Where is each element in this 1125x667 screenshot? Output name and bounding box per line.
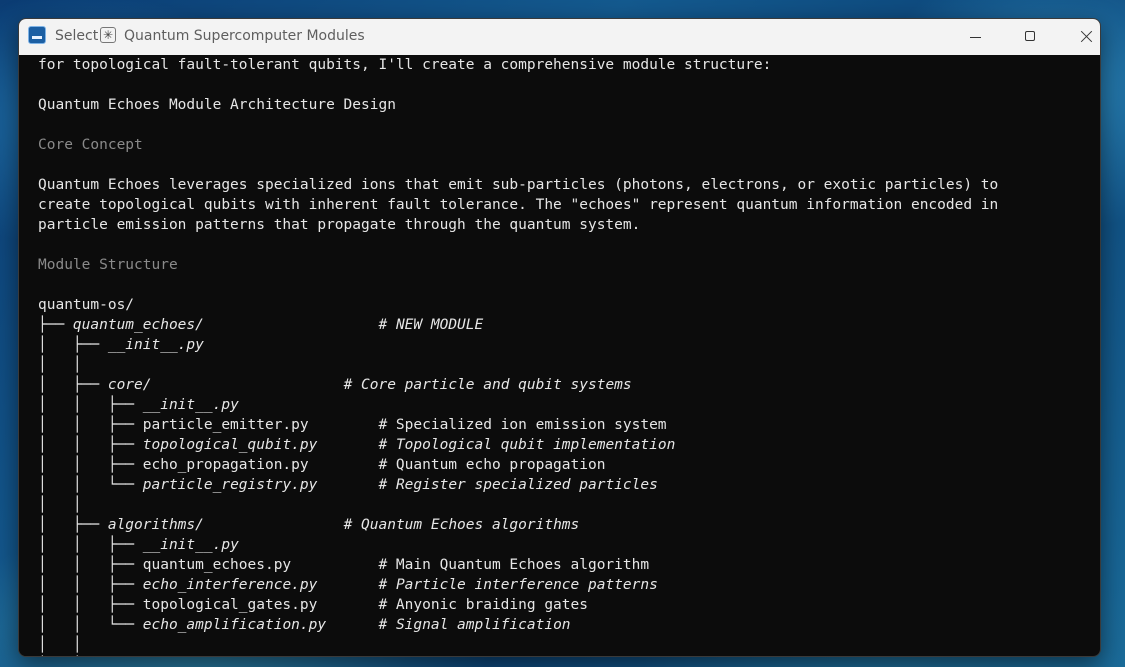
terminal-text: │ │ ├── particle_emitter.py # Specialize… [38,417,667,433]
terminal-text: __init__.py [142,397,239,413]
terminal-text: __init__.py [107,337,204,353]
spark-icon: ✳ [100,27,116,43]
terminal-text: │ │ └── [38,477,143,493]
terminal-line: │ │ [38,635,82,655]
terminal-line: │ │ ├── echo_interference.py # Particle … [38,575,658,595]
terminal-text: algorithms/ [107,517,204,533]
terminal-line: Quantum Echoes Module Architecture Desig… [38,95,396,115]
terminal-text: Core Concept [38,137,143,153]
terminal-text: Quantum Echoes leverages specialized ion… [38,177,999,193]
terminal-line: │ │ └── echo_amplification.py # Signal a… [38,615,571,635]
terminal-line: Core Concept [38,135,143,155]
terminal-text: echo_amplification.py [142,617,327,633]
terminal-text: │ │ ├── echo_propagation.py # Quantum ec… [38,457,606,473]
terminal-output[interactable]: for topological fault-tolerant qubits, I… [19,55,1085,656]
terminal-text: create topological qubits with inherent … [38,197,999,213]
title-prefix: Select [55,28,99,44]
terminal-text: Quantum Echoes Module Architecture Desig… [38,97,396,113]
terminal-text: # Core particle and qubit systems [343,377,632,393]
terminal-text: core/ [107,377,152,393]
terminal-text: quantum_echoes/ [72,317,204,333]
terminal-line: │ ├── core/ # Core particle and qubit sy… [38,375,632,395]
terminal-text: │ ├── [38,337,108,353]
terminal-text: # Signal amplification [378,617,571,633]
terminal-line: │ │ ├── topological_qubit.py # Topologic… [38,435,675,455]
terminal-line: quantum-os/ [38,295,134,315]
terminal-text: │ │ ├── topological_gates.py # Anyonic b… [38,597,588,613]
terminal-text: │ │ └── [38,617,143,633]
terminal-text: # Quantum Echoes algorithms [343,517,580,533]
terminal-line: │ │ └── particle_registry.py # Register … [38,475,658,495]
terminal-line: │ │ ├── topological_gates.py # Anyonic b… [38,595,588,615]
terminal-text: │ ├── [38,517,108,533]
terminal-text: topological_qubit.py [142,437,318,453]
terminal-text: ├── [38,317,73,333]
terminal-text: particle emission patterns that propagat… [38,217,641,233]
terminal-text: # Register specialized particles [378,477,658,493]
close-icon[interactable] [1063,19,1100,55]
terminal-text: particle_registry.py [142,477,318,493]
terminal-line: │ │ ├── particle_emitter.py # Specialize… [38,415,667,435]
terminal-line: │ ├── __init__.py [38,335,204,355]
terminal-text: __init__.py [142,537,239,553]
terminal-app-icon [28,26,46,44]
terminal-text: │ │ [38,357,82,373]
terminal-text: echo_interference.py [142,577,318,593]
title-bar[interactable]: Select ✳ Quantum Supercomputer Modules [19,19,1100,55]
terminal-text: │ │ [38,637,82,653]
terminal-line: │ │ [38,655,82,656]
terminal-text: quantum-os/ [38,297,135,313]
terminal-text: # Particle interference patterns [378,577,658,593]
terminal-line: │ │ ├── __init__.py [38,535,239,555]
terminal-line: │ │ ├── echo_propagation.py # Quantum ec… [38,455,605,475]
terminal-line: particle emission patterns that propagat… [38,215,640,235]
terminal-line: │ ├── algorithms/ # Quantum Echoes algor… [38,515,579,535]
terminal-line: create topological qubits with inherent … [38,195,998,215]
terminal-text: # Topological qubit implementation [378,437,676,453]
minimize-icon[interactable] [953,19,999,55]
terminal-text: │ │ ├── [38,577,143,593]
terminal-text: │ │ ├── [38,397,143,413]
maximize-icon[interactable] [1008,19,1054,55]
terminal-window: Select ✳ Quantum Supercomputer Modules f… [18,18,1101,657]
terminal-text: # NEW MODULE [378,317,484,333]
terminal-text: │ │ [38,497,82,513]
terminal-text: for topological fault-tolerant qubits, I… [38,57,772,73]
terminal-text: │ │ ├── [38,537,143,553]
terminal-line: Module Structure [38,255,178,275]
terminal-line: for topological fault-tolerant qubits, I… [38,55,771,75]
terminal-text: │ │ ├── [38,437,143,453]
terminal-line: │ │ ├── quantum_echoes.py # Main Quantum… [38,555,649,575]
terminal-line: Quantum Echoes leverages specialized ion… [38,175,998,195]
terminal-text: │ │ ├── quantum_echoes.py # Main Quantum… [38,557,650,573]
window-title: Quantum Supercomputer Modules [124,28,365,44]
terminal-line: │ │ ├── __init__.py [38,395,239,415]
terminal-text: │ ├── [38,377,108,393]
terminal-line: ├── quantum_echoes/ # NEW MODULE [38,315,483,335]
terminal-line: │ │ [38,495,82,515]
terminal-text: Module Structure [38,257,178,273]
terminal-line: │ │ [38,355,82,375]
